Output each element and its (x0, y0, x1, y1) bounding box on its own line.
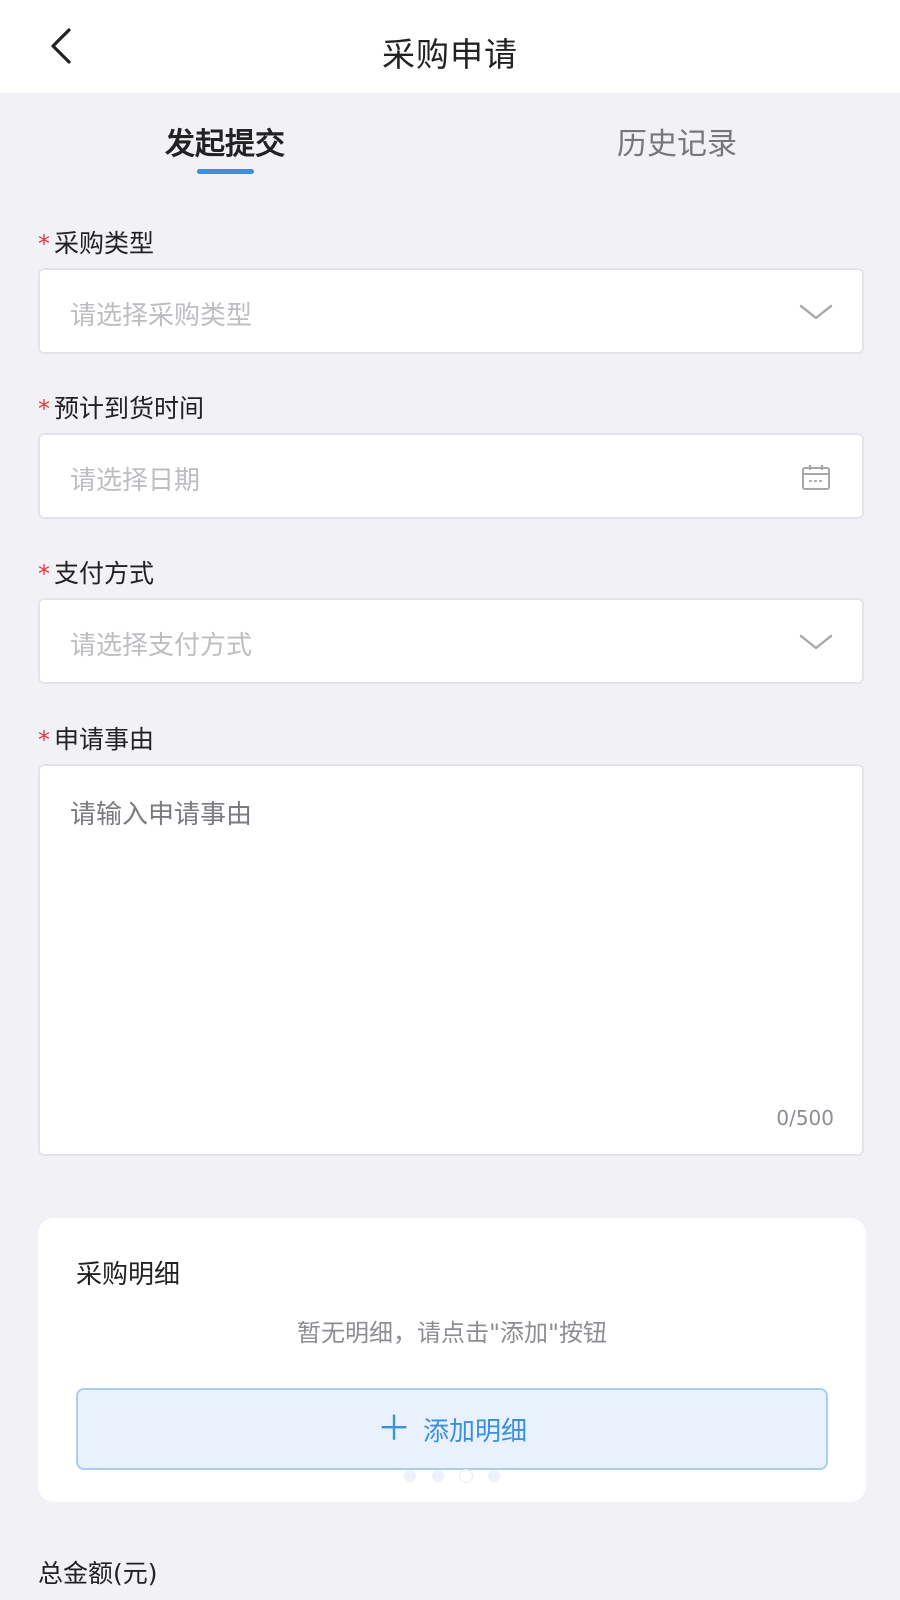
arrival-date-picker[interactable]: 请选择日期 (38, 433, 864, 519)
page-indicator (38, 1470, 866, 1482)
purchase-type-label: * 采购类型 (38, 224, 154, 260)
tab-submit[interactable]: 发起提交 (105, 119, 345, 163)
purchase-type-label-text: 采购类型 (54, 229, 155, 258)
purchase-type-select[interactable]: 请选择采购类型 (38, 268, 864, 354)
page-dot-active (460, 1470, 472, 1482)
required-mark: * (38, 560, 50, 588)
total-amount-label: 总金额(元) (38, 1559, 158, 1588)
reason-label-text: 申请事由 (54, 725, 155, 754)
char-counter: 0/500 (776, 1106, 834, 1130)
purchase-detail-card: 采购明细 暂无明细，请点击"添加"按钮 ＋ 添加明细 (38, 1218, 866, 1502)
chevron-down-icon (799, 304, 833, 320)
plus-icon: ＋ (376, 1409, 411, 1449)
required-mark: * (38, 726, 50, 754)
required-mark: * (38, 395, 50, 423)
reason-label: * 申请事由 (38, 720, 154, 756)
chevron-down-icon (799, 634, 833, 650)
tab-bar: 发起提交 历史记录 (0, 93, 900, 183)
purchase-request-page: 采购申请 发起提交 历史记录 * 采购类型 请选择采购类型 * 预计到货时间 请选择… (0, 0, 900, 1600)
empty-hint: 暂无明细，请点击"添加"按钮 (296, 1319, 608, 1347)
payment-method-placeholder: 请选择支付方式 (70, 631, 253, 661)
purchase-type-placeholder: 请选择采购类型 (70, 301, 253, 331)
page-title: 采购申请 (382, 35, 518, 74)
page-dot (488, 1470, 500, 1482)
calendar-icon (802, 465, 830, 490)
page-dot (432, 1470, 444, 1482)
arrival-time-label-text: 预计到货时间 (54, 394, 205, 423)
add-detail-button[interactable]: ＋ 添加明细 (76, 1388, 828, 1470)
add-detail-label: 添加明细 (422, 1416, 527, 1447)
arrival-date-placeholder: 请选择日期 (70, 466, 201, 496)
arrival-time-label: * 预计到货时间 (38, 389, 204, 425)
required-mark: * (38, 230, 50, 258)
detail-title: 采购明细 (76, 1260, 181, 1290)
payment-method-select[interactable]: 请选择支付方式 (38, 598, 864, 684)
active-tab-indicator (197, 169, 254, 174)
payment-method-label: * 支付方式 (38, 554, 154, 590)
payment-method-label-text: 支付方式 (54, 559, 155, 588)
reason-textarea[interactable]: 请输入申请事由 0/500 (38, 764, 864, 1156)
page-dot (404, 1470, 416, 1482)
nav-bar: 采购申请 (0, 0, 900, 93)
tab-history[interactable]: 历史记录 (557, 119, 797, 163)
reason-placeholder: 请输入申请事由 (70, 800, 253, 830)
